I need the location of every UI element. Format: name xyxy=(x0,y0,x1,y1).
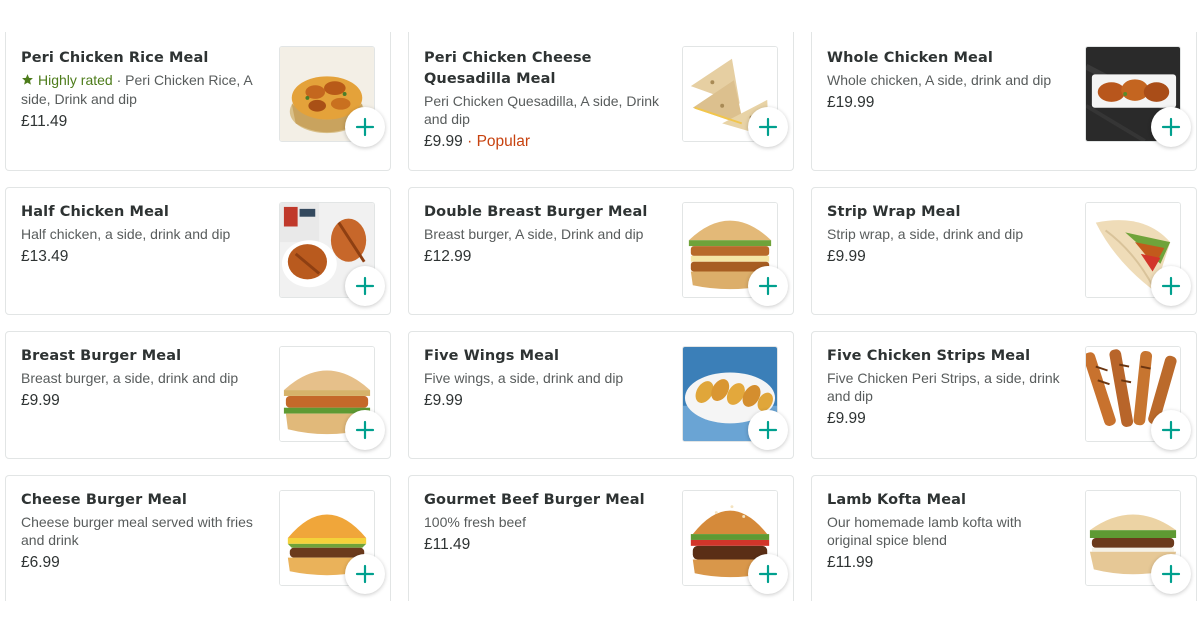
item-price: £9.99 xyxy=(21,392,60,409)
item-description: Five wings, a side, drink and dip xyxy=(424,370,624,386)
badge-label: Highly rated xyxy=(38,72,113,88)
add-to-basket-button[interactable] xyxy=(748,266,788,306)
item-title: Gourmet Beef Burger Meal xyxy=(424,492,645,508)
add-to-basket-button[interactable] xyxy=(1151,410,1191,450)
plus-icon xyxy=(355,276,375,296)
menu-item-card[interactable]: Peri Chicken Cheese Quesadilla Meal Peri… xyxy=(408,32,794,171)
plus-icon xyxy=(758,117,778,137)
menu-item-card[interactable]: Cheese Burger Meal Cheese burger meal se… xyxy=(5,475,391,601)
badge-separator: · xyxy=(112,72,126,88)
item-price: £9.99 xyxy=(827,410,866,427)
plus-icon xyxy=(355,420,375,440)
item-title: Lamb Kofta Meal xyxy=(827,492,967,508)
popular-separator: · xyxy=(462,133,477,150)
item-title: Five Wings Meal xyxy=(424,348,560,364)
item-description: Strip wrap, a side, drink and dip xyxy=(827,226,1024,242)
plus-icon xyxy=(758,276,778,296)
item-description: Five Chicken Peri Strips, a side, drink … xyxy=(827,370,1060,404)
plus-icon xyxy=(355,564,375,584)
menu-item-card[interactable]: Half Chicken Meal Half chicken, a side, … xyxy=(5,187,391,315)
item-title: Double Breast Burger Meal xyxy=(424,204,648,220)
add-to-basket-button[interactable] xyxy=(345,410,385,450)
add-to-basket-button[interactable] xyxy=(345,554,385,594)
item-price: £11.99 xyxy=(827,554,874,571)
add-to-basket-button[interactable] xyxy=(748,554,788,594)
item-price: £13.49 xyxy=(21,248,69,265)
menu-item-card[interactable]: Five Wings Meal Five wings, a side, drin… xyxy=(408,331,794,459)
item-description: Breast burger, A side, Drink and dip xyxy=(424,226,644,242)
plus-icon xyxy=(355,117,375,137)
item-title: Half Chicken Meal xyxy=(21,204,169,220)
item-description: Our homemade lamb kofta with original sp… xyxy=(827,514,1022,548)
menu-item-card[interactable]: Double Breast Burger Meal Breast burger,… xyxy=(408,187,794,315)
item-title: Strip Wrap Meal xyxy=(827,204,961,220)
item-price: £9.99 xyxy=(424,392,463,409)
item-title: Peri Chicken Rice Meal xyxy=(21,50,209,66)
item-price: £11.49 xyxy=(424,536,471,553)
item-description-line: Highly rated · Peri Chicken Rice, A side… xyxy=(21,71,261,108)
item-price: £6.99 xyxy=(21,554,60,571)
add-to-basket-button[interactable] xyxy=(1151,266,1191,306)
add-to-basket-button[interactable] xyxy=(345,266,385,306)
item-description: Half chicken, a side, drink and dip xyxy=(21,226,231,242)
menu-item-card[interactable]: Breast Burger Meal Breast burger, a side… xyxy=(5,331,391,459)
item-price: £19.99 xyxy=(827,94,875,111)
item-description: 100% fresh beef xyxy=(424,514,526,530)
item-price: £9.99 xyxy=(827,248,866,265)
item-title: Whole Chicken Meal xyxy=(827,50,993,66)
menu-item-card[interactable]: Gourmet Beef Burger Meal 100% fresh beef… xyxy=(408,475,794,601)
add-to-basket-button[interactable] xyxy=(748,107,788,147)
plus-icon xyxy=(1161,420,1181,440)
item-title: Cheese Burger Meal xyxy=(21,492,187,508)
item-description: Breast burger, a side, drink and dip xyxy=(21,370,239,386)
item-description: Peri Chicken Quesadilla, A side, Drink a… xyxy=(424,93,659,127)
item-title: Five Chicken Strips Meal xyxy=(827,348,1031,364)
menu-item-card[interactable]: Five Chicken Strips Meal Five Chicken Pe… xyxy=(811,331,1197,459)
menu-item-card[interactable]: Peri Chicken Rice Meal Highly rated · Pe… xyxy=(5,32,391,171)
add-to-basket-button[interactable] xyxy=(1151,107,1191,147)
add-to-basket-button[interactable] xyxy=(748,410,788,450)
plus-icon xyxy=(1161,276,1181,296)
menu-item-card[interactable]: Whole Chicken Meal Whole chicken, A side… xyxy=(811,32,1197,171)
item-price: £11.49 xyxy=(21,113,68,130)
item-title: Breast Burger Meal xyxy=(21,348,182,364)
item-description: Cheese burger meal served with fries and… xyxy=(21,514,253,548)
plus-icon xyxy=(758,420,778,440)
add-to-basket-button[interactable] xyxy=(1151,554,1191,594)
item-price-line: £9.99 · Popular xyxy=(424,132,664,152)
item-title: Peri Chicken Cheese Quesadilla Meal xyxy=(424,50,592,87)
plus-icon xyxy=(1161,564,1181,584)
plus-icon xyxy=(1161,117,1181,137)
item-price: £12.99 xyxy=(424,248,472,265)
item-description: Whole chicken, A side, drink and dip xyxy=(827,72,1052,88)
add-to-basket-button[interactable] xyxy=(345,107,385,147)
item-price: £9.99 xyxy=(424,133,463,150)
menu-item-card[interactable]: Lamb Kofta Meal Our homemade lamb kofta … xyxy=(811,475,1197,601)
menu-item-card[interactable]: Strip Wrap Meal Strip wrap, a side, drin… xyxy=(811,187,1197,315)
star-icon xyxy=(21,72,34,90)
popular-tag: Popular xyxy=(476,133,531,150)
plus-icon xyxy=(758,564,778,584)
highly-rated-badge: Highly rated xyxy=(21,72,113,88)
